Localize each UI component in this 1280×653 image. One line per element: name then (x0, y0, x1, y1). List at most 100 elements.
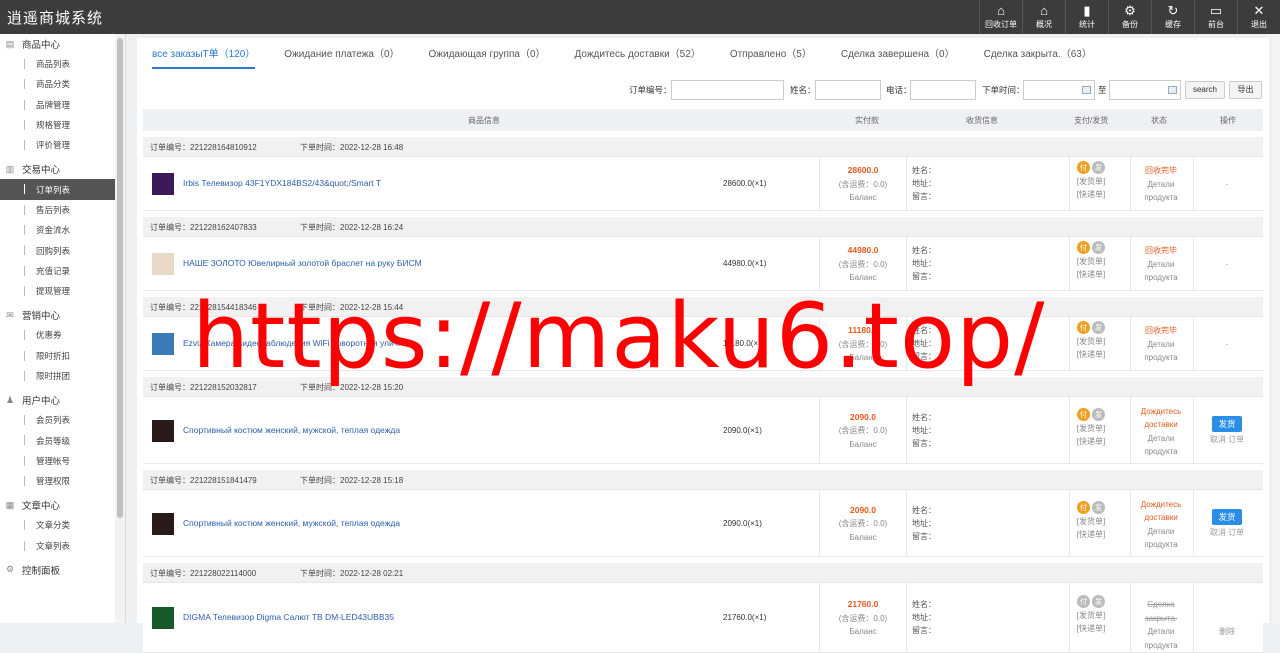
sidebar-item[interactable]: 售后列表 (0, 200, 125, 220)
product-thumbnail[interactable] (152, 419, 174, 442)
sidebar-item[interactable]: 会员列表 (0, 410, 125, 430)
sidebar-item[interactable]: 优惠券 (0, 325, 125, 345)
shipping-slip-link[interactable]: [发货单] (1073, 335, 1109, 348)
product-name[interactable]: Irbis Телевизор 43F1YDX184BS2/43&quot;/S… (183, 178, 381, 188)
export-button[interactable]: 导出 (1229, 81, 1262, 99)
sidebar-item[interactable]: 订单列表 (0, 179, 125, 200)
sidebar-item[interactable]: 限时折扣 (0, 346, 125, 366)
product-thumbnail[interactable] (152, 607, 174, 629)
product-details-link[interactable]: Детали продукта (1131, 525, 1191, 552)
ship-button[interactable]: 发货 (1212, 508, 1242, 525)
sidebar-group[interactable]: ▥ 交易中心 (0, 159, 125, 179)
order-number: 订单编号：221228152032817 (150, 382, 257, 393)
sidebar-group[interactable]: ▦ 文章中心 (0, 495, 125, 515)
column-divider (906, 317, 907, 370)
product-details-link[interactable]: Детали продукта (1131, 258, 1191, 285)
order-header: 订单编号：221228162407833 下单时间：2022-12-28 16:2… (143, 217, 1263, 237)
sidebar-item[interactable]: 商品分类 (0, 74, 125, 94)
tab-0[interactable]: все заказыТ单（120） (152, 38, 256, 69)
sidebar-item[interactable]: 评价管理 (0, 135, 125, 155)
product-thumbnail[interactable] (152, 512, 174, 535)
shipping-slip-link[interactable]: [发货单] (1073, 255, 1109, 268)
express-slip-link[interactable]: [快递单] (1073, 268, 1109, 281)
sidebar-item[interactable]: 管理帐号 (0, 451, 125, 471)
product-thumbnail[interactable] (152, 173, 174, 195)
topnav-item[interactable]: ▮ 统计 (1065, 0, 1108, 34)
shipping-slip-link[interactable]: [发货单] (1073, 422, 1109, 435)
sidebar-item[interactable]: 限时拼团 (0, 366, 125, 386)
product-thumbnail[interactable] (152, 253, 174, 275)
page-scrollbar[interactable] (1272, 34, 1280, 623)
cancel-order-link[interactable]: 取消 订单 (1195, 527, 1259, 539)
phone-input[interactable] (910, 80, 976, 100)
topnav-item[interactable]: ⌂ 回收订单 (979, 0, 1022, 34)
sidebar-group[interactable]: ⚙ 控制面板 (0, 560, 125, 580)
receiver-block: 姓名： 地址： 留言： (912, 244, 936, 283)
sidebar-item[interactable]: 管理权限 (0, 471, 125, 491)
order-block: 订单编号：221228164810912 下单时间：2022-12-28 16:4… (143, 137, 1263, 211)
tab-5[interactable]: Сделка завершена（0） (841, 38, 955, 69)
product-name[interactable]: НАШЕ ЗОЛОТО Ювелирный золотой браслет на… (183, 258, 422, 268)
sidebar-group[interactable]: ▤ 商品中心 (0, 34, 125, 54)
calendar-icon[interactable] (1082, 86, 1091, 94)
shipping-slip-link[interactable]: [发货单] (1073, 515, 1109, 528)
sidebar-item[interactable]: 充值记录 (0, 261, 125, 281)
topnav-item[interactable]: ↻ 缓存 (1151, 0, 1194, 34)
receiver-address: 地址： (912, 259, 936, 268)
topnav-item[interactable]: ▭ 前台 (1194, 0, 1237, 34)
product-details-link[interactable]: Детали продукта (1131, 625, 1191, 652)
product-name[interactable]: Ezviz Камера видеонаблюдения WiFi поворо… (183, 338, 403, 348)
sidebar-item[interactable]: 资金流水 (0, 220, 125, 240)
order-number: 订单编号：221228022114000 (150, 568, 256, 579)
tab-2[interactable]: Ожидающая группа（0） (429, 38, 546, 69)
shipping-slip-link[interactable]: [发货单] (1073, 609, 1109, 622)
cancel-order-link[interactable]: 取消 订单 (1195, 434, 1259, 446)
ship-button[interactable]: 发货 (1212, 415, 1242, 432)
product-details-link[interactable]: Детали продукта (1131, 178, 1191, 205)
shipping-slip-link[interactable]: [发货单] (1073, 175, 1109, 188)
product-details-link[interactable]: Детали продукта (1131, 338, 1191, 365)
sidebar-group[interactable]: ✉ 营销中心 (0, 305, 125, 325)
product-details-link[interactable]: Детали продукта (1131, 432, 1191, 459)
calendar-icon[interactable] (1168, 86, 1177, 94)
express-slip-link[interactable]: [快递单] (1073, 528, 1109, 541)
topnav-item[interactable]: ✕ 退出 (1237, 0, 1280, 34)
name-input[interactable] (815, 80, 881, 100)
tab-4[interactable]: Отправлено（5） (730, 38, 812, 69)
product-thumbnail[interactable] (152, 333, 174, 355)
sidebar-item[interactable]: 规格管理 (0, 115, 125, 135)
sidebar-item[interactable]: 会员等级 (0, 430, 125, 450)
delete-order-link[interactable]: 删除 (1195, 626, 1259, 638)
details-line: продукта (1144, 193, 1178, 202)
end-date-input[interactable] (1109, 80, 1181, 100)
express-slip-link[interactable]: [快递单] (1073, 348, 1109, 361)
express-slip-link[interactable]: [快递单] (1073, 622, 1109, 635)
start-date-input[interactable] (1023, 80, 1095, 100)
freight-note: (含运费：0.0) (838, 259, 888, 269)
tab-1[interactable]: Ожидание платежа（0） (284, 38, 399, 69)
express-slip-link[interactable]: [快递单] (1073, 188, 1109, 201)
express-slip-link[interactable]: [快递单] (1073, 435, 1109, 448)
sidebar-item[interactable]: 文章分类 (0, 515, 125, 535)
search-button[interactable]: search (1185, 81, 1225, 99)
sidebar-item[interactable]: 文章列表 (0, 536, 125, 556)
product-qty: 21760.0(×1) (723, 613, 767, 622)
order-no-input[interactable] (671, 80, 784, 100)
sidebar-group[interactable]: ♟ 用户中心 (0, 390, 125, 410)
sidebar-item[interactable]: 商品列表 (0, 54, 125, 74)
topnav-item[interactable]: ⌂ 概况 (1022, 0, 1065, 34)
topnav-item[interactable]: ⚙ 备份 (1108, 0, 1151, 34)
sidebar-group-label: 控制面板 (22, 565, 61, 577)
tab-6[interactable]: Сделка закрыта.（63） (984, 38, 1092, 69)
sidebar-item[interactable]: 回购列表 (0, 240, 125, 260)
sidebar-item[interactable]: 提现管理 (0, 281, 125, 301)
product-name[interactable]: Спортивный костюм женский, мужской, тепл… (183, 425, 400, 435)
product-name[interactable]: DIGMA Телевизор Digma Салют ТВ DM-LED43U… (183, 612, 394, 622)
sidebar-item[interactable]: 品牌管理 (0, 95, 125, 115)
details-line: Детали (1147, 627, 1175, 636)
product-name[interactable]: Спортивный костюм женский, мужской, тепл… (183, 518, 400, 528)
sidebar-scrollbar-thumb[interactable] (117, 38, 123, 518)
tab-3[interactable]: Дождитесь доставки（52） (575, 38, 701, 69)
order-block: 订单编号：221228152032817 下单时间：2022-12-28 15:2… (143, 377, 1263, 464)
sidebar-scrollbar[interactable] (115, 34, 125, 623)
